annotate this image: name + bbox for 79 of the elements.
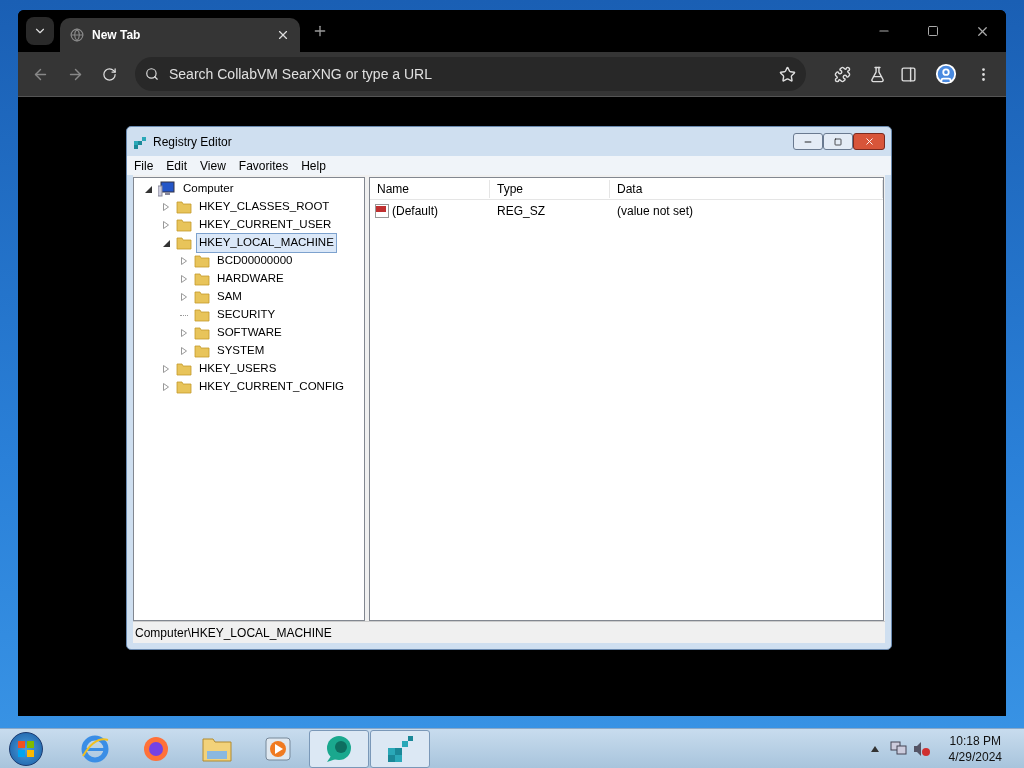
play-icon bbox=[264, 734, 292, 763]
maximize-icon[interactable] bbox=[927, 25, 939, 37]
globe-icon bbox=[70, 28, 84, 42]
puzzle-icon[interactable] bbox=[834, 65, 851, 83]
folder-icon bbox=[194, 326, 210, 340]
close-icon[interactable] bbox=[276, 28, 290, 42]
menu-item[interactable]: Help bbox=[301, 156, 326, 175]
tree-item[interactable]: SAM bbox=[214, 287, 245, 307]
folder-icon bbox=[194, 344, 210, 358]
menu-item[interactable]: Edit bbox=[166, 156, 188, 175]
profile-icon[interactable] bbox=[935, 63, 957, 85]
tree-item[interactable]: HKEY_USERS bbox=[196, 359, 280, 379]
browser-e-icon bbox=[80, 733, 110, 764]
menu-item[interactable]: View bbox=[200, 156, 226, 175]
expand-arrow-icon[interactable] bbox=[181, 275, 187, 283]
window-title: Registry Editor bbox=[153, 133, 233, 151]
tab-list-button[interactable] bbox=[26, 17, 54, 45]
folder-icon bbox=[194, 308, 210, 322]
tree-item[interactable]: BCD00000000 bbox=[214, 251, 296, 271]
close-icon bbox=[863, 136, 875, 147]
value-name: (Default) bbox=[392, 203, 438, 220]
computer-icon bbox=[158, 181, 176, 197]
search-icon bbox=[145, 67, 159, 81]
tree-item[interactable]: Computer bbox=[180, 179, 237, 199]
address-bar[interactable]: Search CollabVM SearXNG or type a URL bbox=[135, 57, 806, 91]
value-data: (value not set) bbox=[616, 203, 695, 220]
tree-item[interactable]: SOFTWARE bbox=[214, 323, 285, 343]
expand-arrow-icon[interactable] bbox=[163, 203, 169, 211]
flask-icon[interactable] bbox=[869, 65, 886, 83]
minimize-button[interactable] bbox=[793, 133, 823, 150]
clock-time[interactable]: 10:18 PM bbox=[949, 732, 1001, 749]
tree-item[interactable]: HKEY_CURRENT_USER bbox=[196, 215, 335, 235]
menu-item[interactable]: Favorites bbox=[238, 156, 289, 175]
tab-title: New Tab bbox=[92, 27, 142, 44]
tree-item[interactable]: HKEY_CURRENT_CONFIG bbox=[196, 377, 348, 397]
folder-icon bbox=[176, 200, 192, 214]
taskbar-button[interactable] bbox=[309, 729, 369, 768]
tree-item[interactable]: HARDWARE bbox=[214, 269, 287, 289]
taskbar-button[interactable] bbox=[370, 729, 430, 768]
expand-arrow-icon[interactable] bbox=[163, 383, 169, 391]
column-header[interactable]: Type bbox=[490, 179, 610, 198]
windows-logo-icon bbox=[17, 739, 35, 758]
browser-tab[interactable]: New Tab bbox=[60, 18, 300, 52]
tree-item[interactable]: HKEY_CLASSES_ROOT bbox=[196, 197, 333, 217]
expand-arrow-icon[interactable] bbox=[181, 293, 187, 301]
status-text: Computer\HKEY_LOCAL_MACHINE bbox=[135, 624, 332, 642]
folder-icon bbox=[194, 290, 210, 304]
value-type: REG_SZ bbox=[496, 203, 546, 220]
collapse-arrow-icon[interactable] bbox=[162, 239, 170, 247]
star-icon[interactable] bbox=[779, 65, 796, 83]
clock-date[interactable]: 4/29/2024 bbox=[948, 748, 1002, 765]
close-button[interactable] bbox=[853, 133, 885, 150]
reload-icon[interactable] bbox=[102, 66, 117, 82]
column-header[interactable]: Name bbox=[370, 179, 490, 198]
restore-icon bbox=[834, 137, 842, 146]
expand-arrow-icon[interactable] bbox=[163, 365, 169, 373]
tree-item[interactable]: SYSTEM bbox=[214, 341, 268, 361]
expand-arrow-icon[interactable] bbox=[163, 221, 169, 229]
tree-item[interactable]: HKEY_LOCAL_MACHINE bbox=[196, 233, 337, 253]
folder-icon bbox=[176, 362, 192, 376]
muted-speaker-icon[interactable] bbox=[912, 740, 931, 757]
restore-button[interactable] bbox=[823, 133, 853, 150]
expand-arrow-icon[interactable] bbox=[181, 347, 187, 355]
string-value-icon bbox=[375, 204, 389, 218]
menu-item[interactable]: File bbox=[134, 156, 154, 175]
tree-item[interactable]: SECURITY bbox=[214, 305, 279, 325]
folder-icon bbox=[176, 236, 192, 250]
expand-arrow-icon[interactable] bbox=[181, 329, 187, 337]
side-panel-icon[interactable] bbox=[900, 65, 917, 83]
folder-icon bbox=[176, 218, 192, 232]
folder-icon bbox=[176, 380, 192, 394]
new-tab-icon[interactable] bbox=[312, 23, 328, 39]
folder-icon bbox=[194, 272, 210, 286]
start-button[interactable] bbox=[9, 731, 43, 766]
expand-arrow-icon[interactable] bbox=[181, 257, 187, 265]
collapse-arrow-icon[interactable] bbox=[144, 185, 152, 193]
network-icon[interactable] bbox=[888, 740, 907, 757]
column-header[interactable]: Data bbox=[610, 179, 883, 198]
show-hidden-icons-arrow-icon[interactable] bbox=[870, 745, 879, 752]
